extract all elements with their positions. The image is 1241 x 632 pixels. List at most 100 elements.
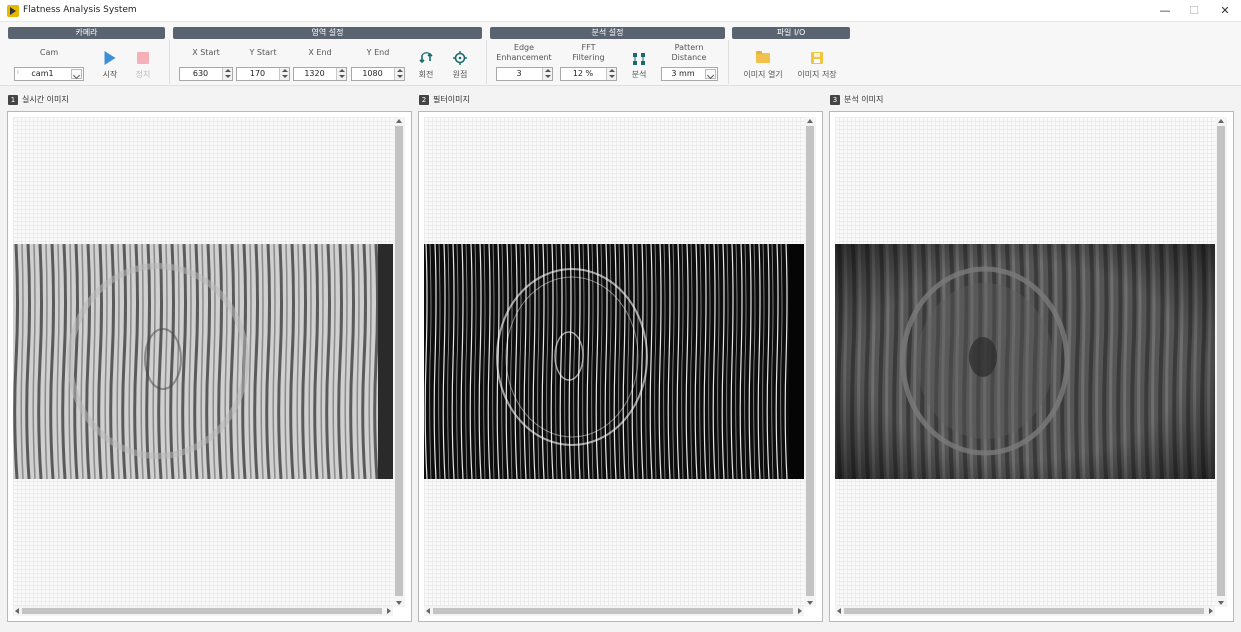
save-image-label: 이미지 저장 (797, 70, 837, 79)
scroll-up-arrow-icon[interactable] (807, 119, 813, 123)
vertical-scrollbar[interactable] (1215, 117, 1227, 607)
x-end-value: 1320 (304, 69, 325, 78)
analysis-image-viewport[interactable] (835, 117, 1215, 607)
pattern-label-line2: Distance (671, 53, 707, 62)
panel-number-badge: 2 (419, 94, 429, 105)
toolbar: 카메라 영역 설정 분석 설정 파일 I/O Cam ⁞ cam1 시작 정지 … (0, 22, 1241, 86)
divider (486, 40, 487, 84)
horizontal-scrollbar[interactable] (13, 606, 393, 616)
edge-label-line2: Enhancement (496, 53, 552, 62)
maximize-button[interactable]: ☐ (1179, 2, 1209, 20)
file-io-group-header: 파일 I/O (732, 27, 850, 39)
spin-arrows-icon[interactable] (394, 68, 404, 80)
horizontal-scrollbar[interactable] (424, 606, 804, 616)
vertical-scrollbar[interactable] (804, 117, 816, 607)
scroll-up-arrow-icon[interactable] (1218, 119, 1224, 123)
camera-group-header: 카메라 (8, 27, 165, 39)
fft-label-line2: Filtering (572, 53, 605, 62)
y-end-input[interactable]: 1080 (351, 67, 405, 81)
panel-title: 실시간 이미지 (22, 95, 69, 104)
stop-button[interactable]: 정지 (128, 50, 158, 80)
x-start-value: 630 (192, 69, 209, 78)
scroll-right-arrow-icon[interactable] (1209, 608, 1213, 614)
spin-arrows-icon[interactable] (279, 68, 289, 80)
fft-filtering-input[interactable]: 12 % (560, 67, 617, 81)
analyze-icon (633, 53, 645, 65)
close-button[interactable]: ✕ (1210, 2, 1240, 20)
filter-image-viewport[interactable] (424, 117, 804, 607)
analyze-button-label: 분석 (631, 70, 647, 79)
y-end-value: 1080 (362, 69, 383, 78)
edge-enhancement-input[interactable]: 3 (496, 67, 553, 81)
start-button[interactable]: 시작 (95, 50, 125, 80)
panel-number-badge: 1 (8, 94, 18, 105)
realtime-image-header: 1 실시간 이미지 (8, 94, 69, 106)
pattern-label-line1: Pattern (674, 43, 704, 52)
crosshair-icon (453, 51, 467, 65)
horizontal-scrollbar[interactable] (835, 606, 1215, 616)
y-start-input[interactable]: 170 (236, 67, 290, 81)
open-image-label: 이미지 열기 (743, 70, 783, 79)
scroll-thumb[interactable] (433, 608, 793, 614)
filter-image-header: 2 필터이미지 (419, 94, 470, 106)
vertical-scrollbar[interactable] (393, 117, 405, 607)
scroll-thumb[interactable] (844, 608, 1204, 614)
x-end-input[interactable]: 1320 (293, 67, 347, 81)
scroll-thumb[interactable] (22, 608, 382, 614)
scroll-left-arrow-icon[interactable] (837, 608, 841, 614)
filter-image (424, 244, 804, 479)
fft-label-line1: FFT (581, 43, 596, 52)
x-start-label: X Start (192, 48, 220, 57)
scroll-left-arrow-icon[interactable] (426, 608, 430, 614)
save-image-button[interactable]: 이미지 저장 (794, 50, 840, 80)
pattern-distance-select[interactable]: 3 mm (661, 67, 718, 81)
spin-arrows-icon[interactable] (222, 68, 232, 80)
panel-number-badge: 3 (830, 94, 840, 105)
x-start-input[interactable]: 630 (179, 67, 233, 81)
analysis-image-header: 3 분석 이미지 (830, 94, 883, 106)
scroll-right-arrow-icon[interactable] (387, 608, 391, 614)
start-button-label: 시작 (102, 70, 118, 79)
rotate-button[interactable]: 회전 (412, 50, 440, 80)
open-image-button[interactable]: 이미지 열기 (740, 50, 786, 80)
y-end-label: Y End (366, 48, 390, 57)
scroll-down-arrow-icon[interactable] (396, 601, 402, 605)
spin-arrows-icon[interactable] (336, 68, 346, 80)
edge-enhancement-label: Edge Enhancement (494, 43, 554, 63)
scroll-thumb[interactable] (395, 126, 403, 596)
chevron-down-icon (71, 69, 82, 79)
scroll-down-arrow-icon[interactable] (1218, 601, 1224, 605)
analyze-button[interactable]: 분석 (624, 50, 654, 80)
y-start-value: 170 (249, 69, 266, 78)
window-title: Flatness Analysis System (23, 5, 137, 15)
folder-open-icon (756, 51, 770, 63)
chevron-down-icon (705, 69, 716, 79)
title-bar: Flatness Analysis System — ☐ ✕ (0, 0, 1241, 22)
analysis-group-header: 분석 설정 (490, 27, 725, 39)
edge-label-line1: Edge (513, 43, 535, 52)
scroll-thumb[interactable] (1217, 126, 1225, 596)
minimize-button[interactable]: — (1150, 2, 1180, 20)
pattern-distance-value: 3 mm (671, 69, 695, 78)
cam-select[interactable]: ⁞ cam1 (14, 67, 84, 81)
scroll-up-arrow-icon[interactable] (396, 119, 402, 123)
stop-icon (137, 52, 149, 64)
scroll-right-arrow-icon[interactable] (798, 608, 802, 614)
origin-button[interactable]: 원점 (446, 50, 474, 80)
realtime-image-panel (7, 111, 412, 622)
cam-label: Cam (39, 48, 59, 57)
scroll-thumb[interactable] (806, 126, 814, 596)
rotate-button-label: 회전 (418, 70, 434, 79)
realtime-image-viewport[interactable] (13, 117, 393, 607)
app-logo-icon (7, 5, 19, 17)
edge-value: 3 (516, 69, 522, 78)
spin-arrows-icon[interactable] (606, 68, 616, 80)
scroll-left-arrow-icon[interactable] (15, 608, 19, 614)
scroll-down-arrow-icon[interactable] (807, 601, 813, 605)
fft-value: 12 % (572, 69, 594, 78)
realtime-image (13, 244, 393, 479)
stop-button-label: 정지 (135, 70, 151, 79)
spin-arrows-icon[interactable] (542, 68, 552, 80)
panel-title: 필터이미지 (433, 95, 470, 104)
fft-filtering-label: FFT Filtering (560, 43, 617, 63)
